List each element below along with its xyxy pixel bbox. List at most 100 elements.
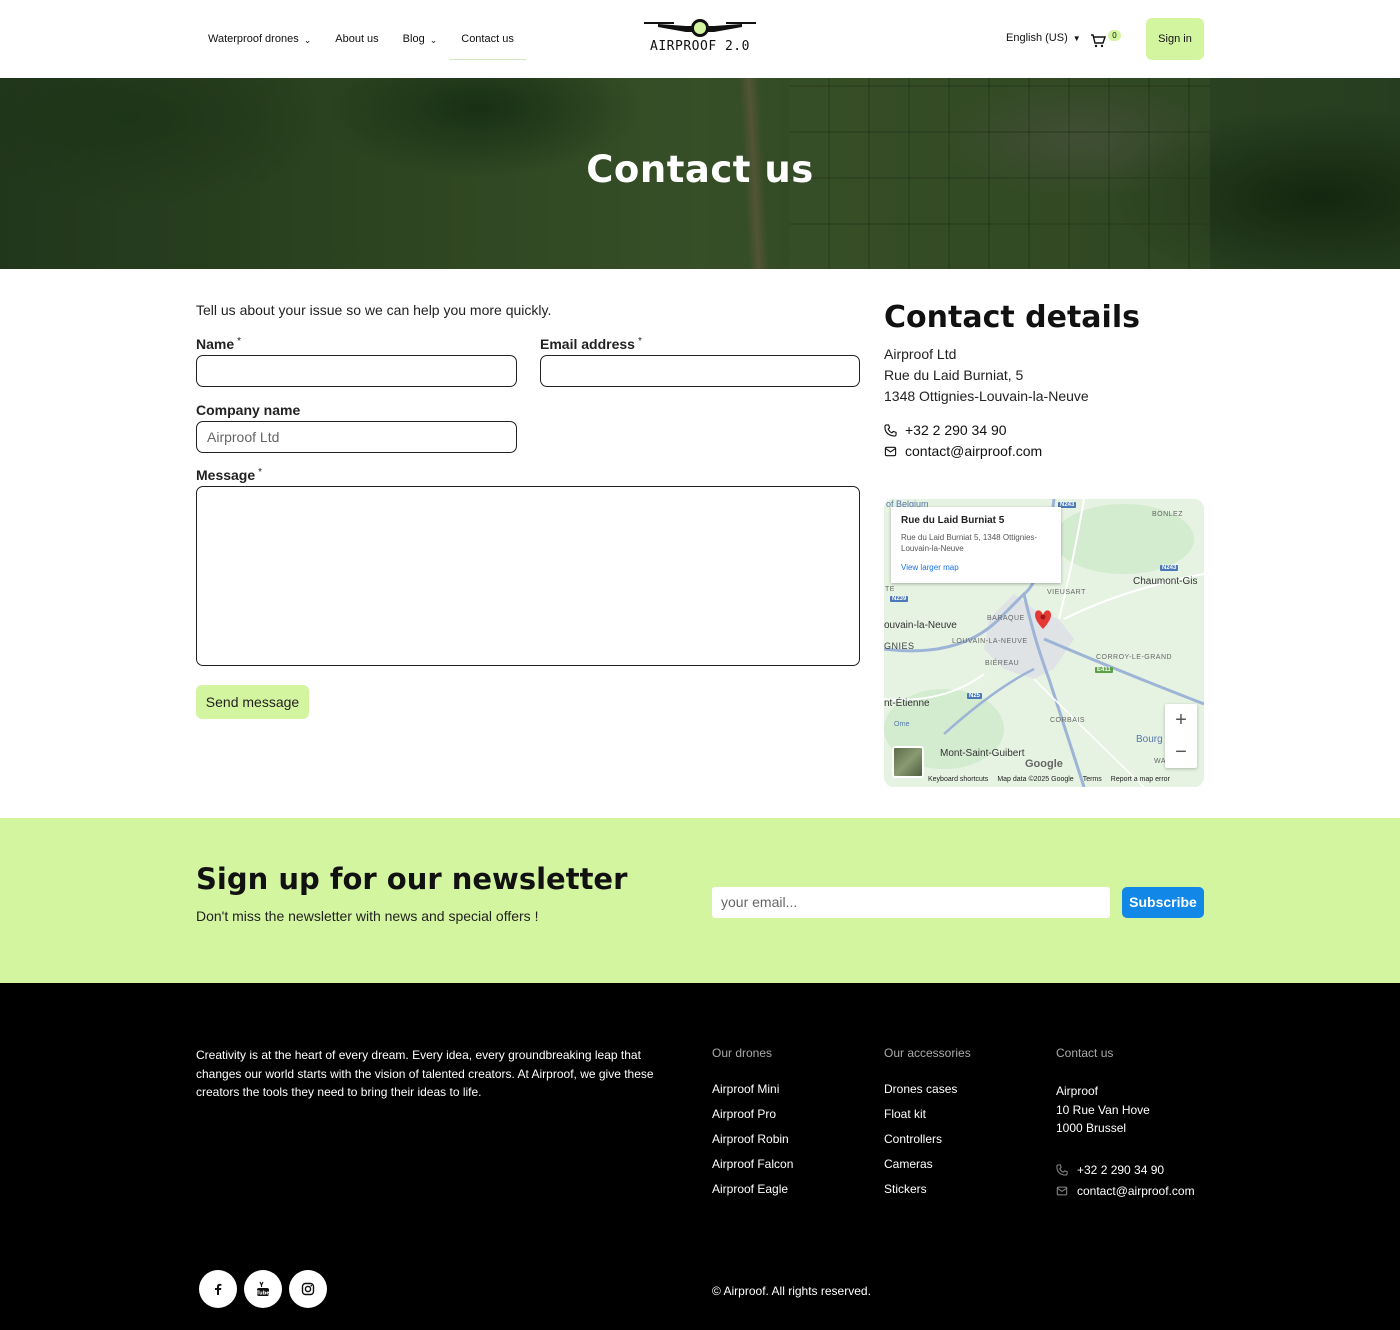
language-selector[interactable]: English (US) ▼ <box>1006 32 1081 44</box>
satellite-toggle[interactable] <box>892 746 924 778</box>
map-label: ouvain-la-Neuve <box>884 620 957 631</box>
main-nav: Waterproof drones ⌄ About us Blog ⌄ Cont… <box>196 0 526 78</box>
map-label: TE <box>885 586 895 593</box>
embedded-map[interactable]: of Belgium BONLEZ Chaumont-Gis VIEUSART … <box>884 499 1204 787</box>
footer-link[interactable]: Drones cases <box>884 1082 971 1107</box>
contact-street: Rue du Laid Burniat, 5 <box>884 367 1024 383</box>
footer-link[interactable]: Controllers <box>884 1132 971 1157</box>
zoom-in-button[interactable]: + <box>1165 704 1197 736</box>
instagram-button[interactable] <box>289 1270 327 1308</box>
footer-column-heading: Contact us <box>1056 1046 1114 1060</box>
phone-icon <box>884 423 897 437</box>
footer-link[interactable]: Airproof Eagle <box>712 1182 793 1207</box>
footer-address-city: 1000 Brussel <box>1056 1121 1127 1135</box>
logo[interactable]: AIRPROOF 2.0 <box>640 18 760 62</box>
keyboard-shortcuts-link[interactable]: Keyboard shortcuts <box>928 776 988 783</box>
facebook-icon <box>215 1283 222 1295</box>
company-label-text: Company name <box>196 402 301 418</box>
map-label: Mont-Saint-Guibert <box>940 748 1025 759</box>
name-label: Name * <box>196 336 241 352</box>
mail-icon <box>884 446 897 456</box>
contact-email[interactable]: contact@airproof.com <box>884 443 1042 459</box>
footer-address-name: Airproof <box>1056 1084 1099 1098</box>
map-label: LOUVAIN-LA-NEUVE <box>952 638 1028 645</box>
footer-link[interactable]: Stickers <box>884 1182 971 1207</box>
site-footer: Creativity is at the heart of every drea… <box>0 983 1400 1330</box>
footer-about: Creativity is at the heart of every drea… <box>196 1048 654 1099</box>
footer-link[interactable]: Airproof Pro <box>712 1107 793 1132</box>
facebook-button[interactable] <box>199 1270 237 1308</box>
footer-column-heading: Our drones <box>712 1046 773 1060</box>
footer-link[interactable]: Airproof Robin <box>712 1132 793 1157</box>
footer-link[interactable]: Airproof Falcon <box>712 1157 793 1182</box>
newsletter-section: Sign up for our newsletter Don't miss th… <box>0 818 1400 983</box>
map-label: Bourg <box>1136 734 1163 745</box>
nav-contact-us[interactable]: Contact us <box>449 0 526 78</box>
footer-email-text: contact@airproof.com <box>1077 1184 1195 1198</box>
map-label: nt-Étienne <box>884 698 930 709</box>
map-card-address: Rue du Laid Burniat 5, 1348 Ottignies-Lo… <box>901 533 1038 553</box>
youtube-button[interactable]: Tube <box>244 1270 282 1308</box>
footer-link[interactable]: Float kit <box>884 1107 971 1132</box>
footer-column-heading: Our accessories <box>884 1046 971 1060</box>
sign-in-button[interactable]: Sign in <box>1146 18 1204 60</box>
nav-label: Blog <box>402 33 425 45</box>
nav-label: Waterproof drones <box>208 33 299 45</box>
contact-phone[interactable]: +32 2 290 34 90 <box>884 422 1007 438</box>
message-label: Message * <box>196 467 262 483</box>
newsletter-subtitle: Don't miss the newsletter with news and … <box>196 908 539 924</box>
copyright-text: © Airproof. All rights reserved. <box>712 1284 871 1298</box>
map-footer: Keyboard shortcuts Map data ©2025 Google… <box>928 776 1170 783</box>
footer-email[interactable]: contact@airproof.com <box>1056 1181 1195 1202</box>
map-label: CORBAIS <box>1050 717 1086 724</box>
chevron-down-icon: ⌄ <box>303 34 312 45</box>
required-mark: * <box>237 336 242 347</box>
footer-accessories-column: Our accessories Drones cases Float kit C… <box>884 1046 971 1207</box>
footer-phone[interactable]: +32 2 290 34 90 <box>1056 1160 1195 1181</box>
map-label: Chaumont-Gis <box>1133 576 1198 587</box>
required-mark: * <box>637 336 642 347</box>
map-zoom-controls: + − <box>1165 704 1197 768</box>
newsletter-email-input[interactable]: your email... <box>712 887 1110 918</box>
map-card-title: Rue du Laid Burniat 5 <box>901 515 1005 526</box>
email-label-text: Email address <box>540 336 635 352</box>
cart-count-badge: 0 <box>1108 30 1121 41</box>
footer-phone-text: +32 2 290 34 90 <box>1077 1163 1165 1177</box>
road-sign: N243 <box>1160 565 1179 571</box>
view-larger-map-link[interactable]: View larger map <box>901 563 1051 572</box>
map-label: BIÉREAU <box>985 660 1020 667</box>
site-header: Waterproof drones ⌄ About us Blog ⌄ Cont… <box>0 0 1400 78</box>
send-message-button[interactable]: Send message <box>196 685 309 719</box>
message-textarea[interactable] <box>196 486 860 666</box>
svg-text:Tube: Tube <box>256 1291 270 1297</box>
footer-link[interactable]: Cameras <box>884 1157 971 1182</box>
cart-icon <box>1091 34 1106 48</box>
zoom-out-button[interactable]: − <box>1165 736 1197 768</box>
company-field[interactable]: Airproof Ltd <box>196 421 517 453</box>
nav-blog[interactable]: Blog ⌄ <box>391 0 450 78</box>
hero-banner: Contact us <box>0 78 1400 269</box>
contact-details-title: Contact details <box>884 300 1140 335</box>
nav-about-us[interactable]: About us <box>323 0 390 78</box>
email-label: Email address * <box>540 336 642 352</box>
message-label-text: Message <box>196 467 256 483</box>
google-logo: Google <box>1025 758 1063 770</box>
footer-link[interactable]: Airproof Mini <box>712 1082 793 1107</box>
road-sign: E411 <box>1095 667 1113 673</box>
name-field[interactable] <box>196 355 517 387</box>
mail-icon <box>1056 1186 1068 1196</box>
map-label: Orne <box>894 721 910 728</box>
nav-waterproof-drones[interactable]: Waterproof drones ⌄ <box>196 0 323 78</box>
youtube-icon: Tube <box>256 1281 270 1297</box>
terms-link[interactable]: Terms <box>1083 776 1102 783</box>
email-field[interactable] <box>540 355 860 387</box>
map-label: BARAQUE <box>987 615 1025 622</box>
email-text: contact@airproof.com <box>905 443 1043 459</box>
footer-contact-column: Contact us Airproof 10 Rue Van Hove 1000… <box>1056 1046 1195 1202</box>
chevron-down-icon: ⌄ <box>429 34 438 45</box>
report-error-link[interactable]: Report a map error <box>1111 776 1170 783</box>
road-sign: N25 <box>967 693 983 699</box>
name-label-text: Name <box>196 336 235 352</box>
subscribe-button[interactable]: Subscribe <box>1122 887 1204 918</box>
footer-drones-column: Our drones Airproof Mini Airproof Pro Ai… <box>712 1046 793 1207</box>
